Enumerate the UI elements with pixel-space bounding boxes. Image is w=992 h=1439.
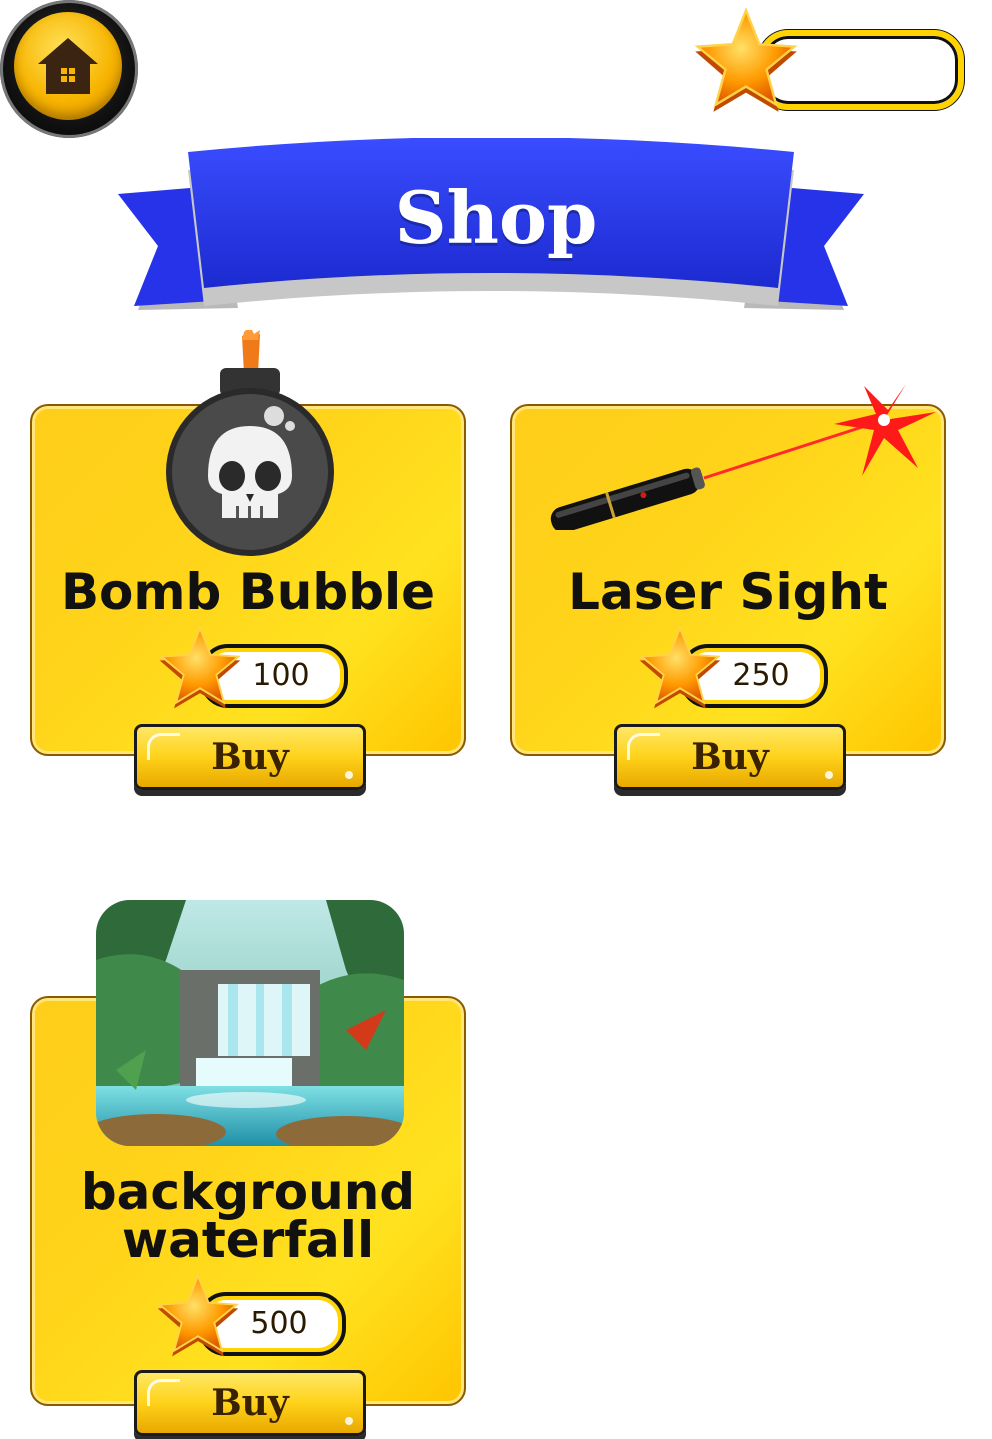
star-icon: [159, 626, 241, 709]
shop-title: Shop: [394, 175, 598, 260]
buy-button-label: Buy: [211, 1382, 289, 1424]
laser-pointer-icon: [550, 384, 936, 530]
star-icon: [639, 626, 721, 709]
item-name-laser-sight: Laser Sight: [568, 563, 888, 621]
buy-button-laser-sight[interactable]: Buy: [614, 724, 846, 790]
home-button-face: [14, 12, 122, 120]
item-name-bomb-bubble: Bomb Bubble: [60, 563, 436, 621]
star-icon: [157, 1274, 239, 1357]
waterfall-image: [96, 900, 404, 1146]
star-counter-value: [790, 42, 950, 98]
buy-button-background-waterfall[interactable]: Buy: [134, 1370, 366, 1436]
buy-button-label: Buy: [211, 736, 289, 778]
skull-bomb-icon: [166, 330, 334, 556]
star-icon: [694, 8, 798, 112]
buy-button-bomb-bubble[interactable]: Buy: [134, 724, 366, 790]
buy-button-label: Buy: [691, 736, 769, 778]
home-button[interactable]: [0, 0, 138, 138]
item-name-background-waterfall-line2: waterfall: [121, 1211, 375, 1269]
home-icon: [38, 38, 98, 94]
